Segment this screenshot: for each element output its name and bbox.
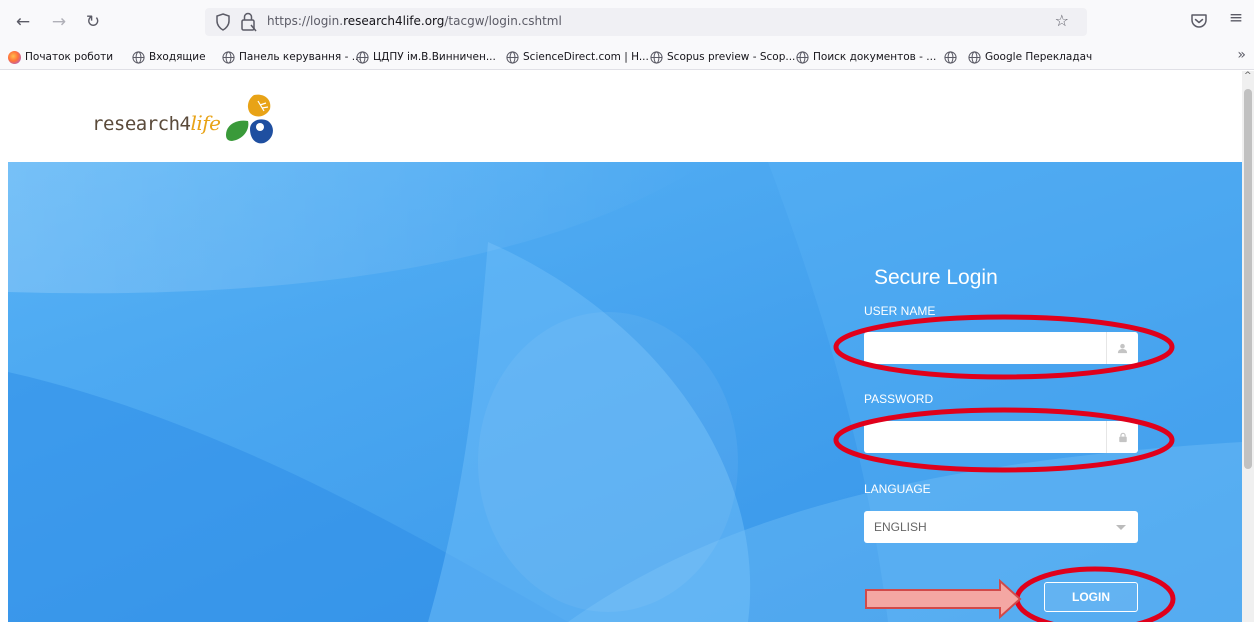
chevron-more-icon[interactable]: » (1237, 47, 1246, 63)
bookmark-label: ЦДПУ ім.В.Винничен... (373, 51, 496, 63)
hamburger-menu-icon[interactable]: ≡ (1224, 8, 1248, 34)
chevron-down-icon (1116, 525, 1126, 530)
login-panel: Secure Login USER NAME PASSWORD LANGUAGE… (864, 162, 1164, 622)
login-button[interactable]: LOGIN (1044, 582, 1138, 612)
lock-icon[interactable] (239, 11, 259, 33)
globe-icon (944, 50, 957, 64)
globe-icon (132, 50, 145, 64)
url-bar[interactable]: https://login.research4life.org/tacgw/lo… (205, 8, 1087, 36)
bookmark-item[interactable]: ЦДПУ ім.В.Винничен... (356, 48, 496, 66)
language-select[interactable]: ENGLISH (864, 511, 1138, 543)
globe-icon (650, 50, 663, 64)
logo-text-main: research4 (92, 113, 191, 135)
logo-text-accent: life (190, 111, 221, 135)
language-value: ENGLISH (874, 520, 927, 534)
scroll-thumb[interactable] (1244, 89, 1252, 469)
firefox-icon (8, 50, 21, 64)
scroll-up-arrow-icon[interactable]: ^ (1244, 71, 1252, 81)
browser-toolbar: ← → ↻ https://login.research4life.org/ta… (0, 0, 1254, 44)
login-title: Secure Login (874, 266, 998, 289)
lock-icon (1106, 421, 1138, 453)
globe-icon (356, 50, 369, 64)
back-arrow-icon[interactable]: ← (10, 9, 36, 35)
bookmark-item[interactable]: ScienceDirect.com | H... (506, 48, 649, 66)
bookmarks-toolbar: Початок роботи Входящие Панель керування… (0, 44, 1254, 70)
url-prefix: https://login. (267, 14, 344, 28)
bookmark-item[interactable]: Scopus preview - Scop... (650, 48, 795, 66)
research4life-logo[interactable]: research4life (92, 89, 282, 149)
forward-arrow-icon[interactable]: → (46, 9, 72, 35)
bookmark-item[interactable] (944, 48, 961, 66)
bookmark-item[interactable]: Панель керування - ... (222, 48, 362, 66)
globe-icon (796, 50, 809, 64)
bookmark-label: Scopus preview - Scop... (667, 51, 796, 63)
password-field[interactable] (864, 421, 1138, 453)
url-path: /tacgw/login.cshtml (444, 14, 562, 28)
username-field[interactable] (864, 332, 1138, 364)
bookmark-label: Панель керування - ... (239, 51, 362, 63)
reload-icon[interactable]: ↻ (80, 9, 106, 35)
tracking-shield-icon[interactable] (215, 13, 231, 31)
username-label: USER NAME (864, 304, 936, 318)
password-label: PASSWORD (864, 392, 934, 406)
globe-icon (968, 50, 981, 64)
user-icon (1106, 332, 1138, 364)
page-scrollbar[interactable]: ^ (1242, 71, 1254, 622)
bookmark-item[interactable]: Початок роботи (8, 48, 113, 66)
bookmark-star-icon[interactable]: ☆ (1055, 11, 1069, 30)
bookmark-item[interactable]: Поиск документов - ... (796, 48, 936, 66)
globe-icon (506, 50, 519, 64)
bookmark-label: Поиск документов - ... (813, 51, 937, 63)
url-domain: research4life.org (343, 14, 445, 28)
logo-leaf-icon (226, 94, 273, 144)
bookmark-item[interactable]: Входящие (132, 48, 206, 66)
bookmark-label: ScienceDirect.com | H... (523, 51, 649, 63)
url-text[interactable]: https://login.research4life.org/tacgw/lo… (267, 14, 562, 28)
bookmark-item[interactable]: Google Перекладач (968, 48, 1092, 66)
bookmark-label: Входящие (149, 51, 206, 63)
logo-text: research4life (92, 111, 221, 135)
language-label: LANGUAGE (864, 482, 931, 496)
pocket-icon[interactable] (1188, 10, 1210, 32)
bookmark-label: Початок роботи (25, 51, 114, 63)
hero-banner: Secure Login USER NAME PASSWORD LANGUAGE… (8, 162, 1242, 622)
page-content: research4life Secure Login USER NAME PAS… (0, 71, 1254, 622)
bookmark-label: Google Перекладач (985, 51, 1093, 63)
globe-icon (222, 50, 235, 64)
